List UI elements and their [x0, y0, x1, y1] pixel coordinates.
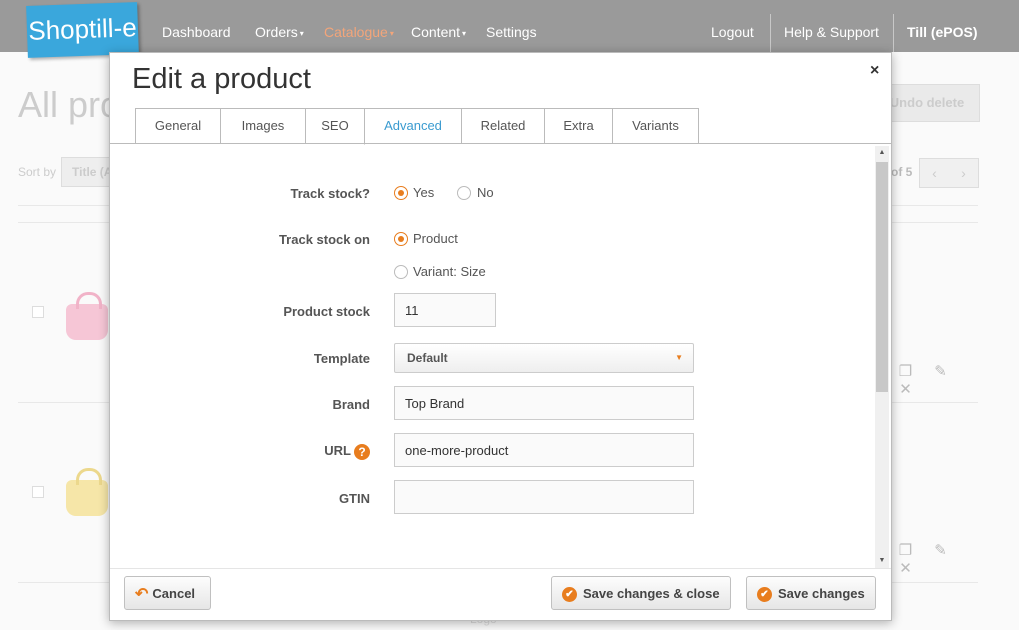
- advanced-form: Track stock? Yes No Track stock on Produ…: [110, 144, 891, 570]
- save-close-label: Save changes & close: [583, 586, 720, 601]
- sort-by-label: Sort by: [18, 165, 57, 179]
- check-circle-icon: ✔: [757, 587, 772, 603]
- scroll-thumb[interactable]: [876, 162, 888, 392]
- modal-title: Edit a product: [132, 63, 311, 95]
- nav-help-support[interactable]: Help & Support: [784, 24, 879, 40]
- nav-orders-label: Orders: [255, 24, 298, 40]
- check-circle-icon: ✔: [562, 587, 577, 603]
- template-select[interactable]: Default ▼: [394, 343, 694, 373]
- track-stock-on-label: Track stock on: [278, 232, 370, 247]
- row-actions: ❐ ✎✕: [888, 362, 978, 398]
- scroll-down-icon[interactable]: ▼: [875, 554, 889, 568]
- track-stock-yes-label[interactable]: Yes: [413, 185, 434, 200]
- delete-icon[interactable]: ✕: [888, 380, 923, 398]
- nav-logout[interactable]: Logout: [711, 24, 754, 40]
- edit-icon[interactable]: ✎: [923, 362, 958, 380]
- save-and-close-button[interactable]: ✔ Save changes & close: [551, 576, 731, 610]
- dropdown-arrow-icon: ▼: [675, 353, 683, 362]
- caret-down-icon: ▾: [299, 28, 304, 38]
- nav-till-label: Till (ePOS): [907, 24, 978, 40]
- nav-till-epos[interactable]: Till (ePOS): [907, 24, 978, 40]
- copy-icon[interactable]: ❐: [888, 541, 923, 559]
- edit-product-modal: Edit a product × General Images SEO Adva…: [109, 52, 892, 621]
- product-image: [66, 468, 108, 516]
- nav-divider: [893, 14, 894, 52]
- nav-logout-label: Logout: [711, 24, 754, 40]
- cancel-label: Cancel: [152, 586, 196, 601]
- copy-icon[interactable]: ❐: [888, 362, 923, 380]
- nav-dashboard[interactable]: Dashboard: [162, 24, 231, 40]
- page-count: of 5: [891, 165, 913, 179]
- tab-advanced[interactable]: Advanced: [364, 108, 461, 145]
- row-checkbox[interactable]: [32, 306, 44, 318]
- modal-footer-divider: [110, 568, 891, 569]
- track-stock-no-label[interactable]: No: [477, 185, 494, 200]
- track-on-variant-label[interactable]: Variant: Size: [413, 264, 486, 279]
- gtin-input[interactable]: [394, 480, 694, 514]
- nav-dashboard-label: Dashboard: [162, 24, 231, 40]
- page-title: All pro: [18, 84, 121, 125]
- caret-down-icon: ▾: [462, 28, 467, 38]
- modal-tabs: General Images SEO Advanced Related Extr…: [135, 108, 699, 145]
- nav-content[interactable]: Content ▾: [411, 24, 466, 40]
- track-stock-no-radio[interactable]: [457, 186, 471, 200]
- tab-variants[interactable]: Variants: [612, 108, 699, 144]
- tab-general[interactable]: General: [135, 108, 220, 144]
- pager-next-icon[interactable]: ›: [949, 159, 978, 187]
- scroll-up-icon[interactable]: ▲: [875, 146, 889, 160]
- tab-seo[interactable]: SEO: [305, 108, 364, 144]
- template-label: Template: [313, 351, 370, 366]
- save-button[interactable]: ✔ Save changes: [746, 576, 876, 610]
- row-checkbox[interactable]: [32, 486, 44, 498]
- gtin-label: GTIN: [338, 491, 370, 506]
- product-stock-label: Product stock: [283, 304, 370, 319]
- nav-orders[interactable]: Orders ▾: [255, 24, 304, 40]
- row-actions: ❐ ✎✕: [888, 541, 978, 577]
- nav-settings-label: Settings: [486, 24, 537, 40]
- tab-related[interactable]: Related: [461, 108, 544, 144]
- track-on-product-radio[interactable]: [394, 232, 408, 246]
- save-label: Save changes: [778, 586, 865, 601]
- pager-prev-icon[interactable]: ‹: [920, 159, 949, 187]
- bag-handle: [76, 468, 102, 485]
- track-stock-yes-radio[interactable]: [394, 186, 408, 200]
- track-on-product-label[interactable]: Product: [413, 231, 458, 246]
- brand-input[interactable]: Top Brand: [394, 386, 694, 420]
- track-on-variant-radio[interactable]: [394, 265, 408, 279]
- tab-extra[interactable]: Extra: [544, 108, 612, 144]
- delete-icon[interactable]: ✕: [888, 559, 923, 577]
- nav-catalogue-label: Catalogue: [324, 24, 388, 40]
- nav-help-label: Help & Support: [784, 24, 879, 40]
- tab-images[interactable]: Images: [220, 108, 305, 144]
- nav-settings[interactable]: Settings: [486, 24, 537, 40]
- brand-label: Brand: [332, 397, 370, 412]
- url-label-text: URL: [324, 443, 351, 458]
- nav-divider: [770, 14, 771, 52]
- nav-catalogue[interactable]: Catalogue ▾: [324, 24, 394, 40]
- url-label: URL?: [190, 443, 370, 460]
- track-stock-label: Track stock?: [290, 186, 371, 201]
- product-image: [66, 292, 108, 340]
- caret-down-icon: ▾: [389, 28, 394, 38]
- top-navbar: Shoptill-e Dashboard Orders ▾ Catalogue ▾ …: [0, 0, 1019, 58]
- bag-handle: [76, 292, 102, 309]
- edit-icon[interactable]: ✎: [923, 541, 958, 559]
- pager: ‹ ›: [919, 158, 979, 188]
- url-input[interactable]: one-more-product: [394, 433, 694, 467]
- shoptill-logo[interactable]: Shoptill-e: [26, 2, 139, 58]
- product-stock-input[interactable]: 11: [394, 293, 496, 327]
- nav-content-label: Content: [411, 24, 461, 40]
- help-icon[interactable]: ?: [354, 443, 370, 460]
- close-icon[interactable]: ×: [870, 62, 879, 80]
- template-select-value: Default: [407, 351, 448, 365]
- cancel-button[interactable]: ↶ Cancel: [124, 576, 211, 610]
- undo-arrow-icon: ↶: [135, 585, 149, 603]
- form-scrollbar[interactable]: ▲ ▼: [875, 146, 889, 568]
